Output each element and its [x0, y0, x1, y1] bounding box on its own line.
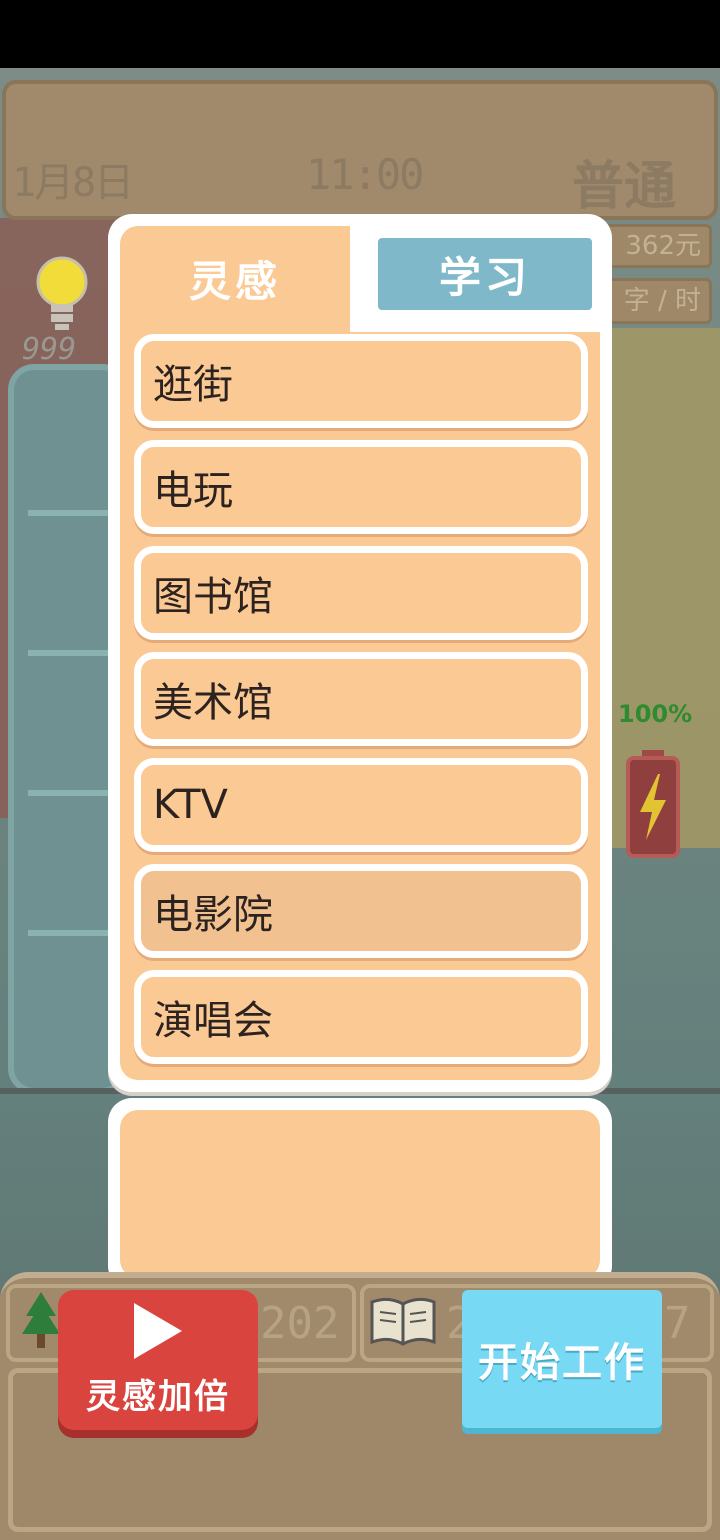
double-inspiration-button[interactable]: 灵感加倍	[58, 1290, 258, 1430]
top-info-bar: 1月8日 11:00 普通	[2, 80, 718, 220]
writing-speed-display: 字 / 时	[600, 278, 712, 324]
time-label: 11:00	[306, 150, 424, 199]
battery-percent: 100%	[618, 700, 693, 728]
activity-item-concert[interactable]: 演唱会	[134, 970, 588, 1064]
money-display: 362元	[600, 224, 712, 268]
activity-item-arcade[interactable]: 电玩	[134, 440, 588, 534]
activity-item-shopping[interactable]: 逛街	[134, 334, 588, 428]
tab-inspiration[interactable]: 灵感	[122, 232, 348, 324]
description-text	[120, 1110, 600, 1278]
tree-icon	[22, 1292, 60, 1348]
battery-icon	[626, 750, 680, 858]
play-icon	[134, 1302, 182, 1359]
double-inspiration-label: 灵感加倍	[86, 1376, 230, 1417]
difficulty-label: 普通	[572, 157, 677, 217]
tree-count: 202	[260, 1298, 340, 1349]
right-count: 7	[664, 1298, 691, 1349]
activity-item-art-museum[interactable]: 美术馆	[134, 652, 588, 746]
activity-item-library[interactable]: 图书馆	[134, 546, 588, 640]
description-box	[108, 1098, 612, 1290]
book-icon	[370, 1297, 436, 1346]
activity-item-ktv[interactable]: KTV	[134, 758, 588, 852]
status-bar	[0, 0, 720, 68]
lightbulb-icon	[36, 256, 88, 330]
start-work-button[interactable]: 开始工作	[462, 1290, 662, 1428]
tab-study[interactable]: 学习	[372, 232, 598, 316]
inspiration-count: 999	[22, 332, 77, 367]
date-label: 1月8日	[12, 160, 134, 206]
activity-item-cinema[interactable]: 电影院	[134, 864, 588, 958]
activity-list: 逛街 电玩 图书馆 美术馆 KTV 电影院 演唱会	[120, 330, 606, 1074]
